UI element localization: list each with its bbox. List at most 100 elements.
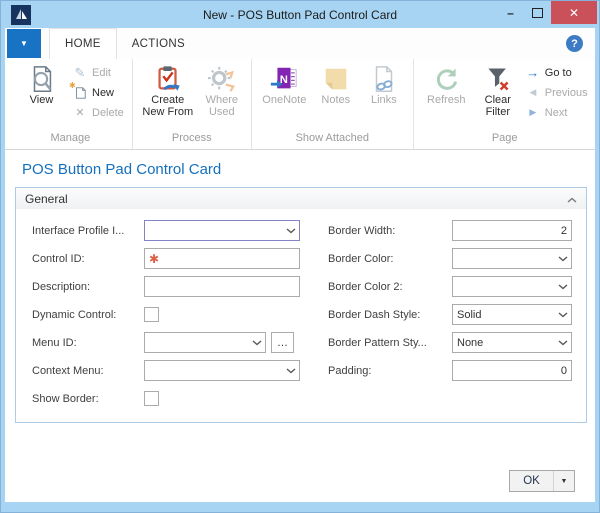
field-row-border-width: Border Width: 2 [328, 220, 572, 241]
chevron-down-icon[interactable] [554, 311, 571, 318]
chevron-down-icon: ▼ [20, 39, 28, 48]
border-pattern-style-value: None [457, 336, 484, 349]
new-label: New [92, 86, 115, 99]
onenote-icon: N [269, 63, 299, 94]
show-border-checkbox[interactable] [144, 391, 159, 406]
notes-label: Notes [321, 94, 351, 106]
context-menu-combobox[interactable] [144, 360, 300, 381]
general-fasttab: General Interface Profile I... Control I… [15, 187, 587, 423]
chevron-down-icon[interactable] [554, 283, 571, 290]
ok-split-button: OK ▼ [509, 470, 575, 492]
tab-home[interactable]: HOME [49, 28, 117, 59]
previous-button[interactable]: ◀ Previous [522, 83, 591, 102]
required-asterisk-icon: ✱ [149, 251, 160, 266]
chevron-down-icon[interactable] [554, 339, 571, 346]
padding-value: 0 [560, 364, 567, 377]
general-fasttab-body: Interface Profile I... Control ID: ✱ Des… [16, 209, 586, 422]
border-color-2-combobox[interactable] [452, 276, 572, 297]
previous-label: Previous [544, 86, 588, 99]
where-used-icon [207, 63, 237, 94]
help-button[interactable]: ? [566, 35, 583, 52]
border-dash-style-label: Border Dash Style: [328, 308, 421, 321]
notes-button[interactable]: Notes [312, 60, 360, 106]
interface-profile-combobox[interactable] [144, 220, 300, 241]
control-id-label: Control ID: [32, 252, 85, 265]
view-button[interactable]: View [14, 60, 69, 106]
next-button[interactable]: ▶ Next [522, 103, 591, 122]
close-button[interactable]: ✕ [551, 1, 597, 24]
show-border-label: Show Border: [32, 392, 99, 405]
where-used-button[interactable]: Where Used [198, 60, 246, 118]
clear-filter-icon [484, 63, 512, 94]
chevron-down-icon[interactable] [282, 227, 299, 234]
padding-label: Padding: [328, 364, 372, 377]
links-button[interactable]: Links [360, 60, 408, 106]
refresh-button[interactable]: Refresh [419, 60, 474, 106]
edit-button[interactable]: ✎ Edit [69, 63, 127, 82]
menu-id-assist-button[interactable]: … [271, 332, 294, 353]
collapse-chevron-icon[interactable] [567, 192, 577, 206]
where-used-label-1: Where [205, 94, 238, 106]
minimize-button[interactable]: – [497, 1, 524, 24]
field-row-control-id: Control ID: ✱ [32, 248, 300, 269]
control-id-input[interactable]: ✱ [144, 248, 300, 269]
notes-icon [321, 63, 351, 94]
ok-button[interactable]: OK [510, 471, 553, 491]
border-width-input[interactable]: 2 [452, 220, 572, 241]
ok-dropdown-button[interactable]: ▼ [553, 471, 574, 491]
field-row-interface-profile: Interface Profile I... [32, 220, 300, 241]
border-color-2-label: Border Color 2: [328, 280, 403, 293]
field-row-menu-id: Menu ID: … [32, 332, 300, 353]
border-pattern-style-label: Border Pattern Sty... [328, 336, 427, 349]
goto-arrow-icon: → [526, 65, 540, 80]
help-icon: ? [571, 37, 578, 50]
border-dash-style-value: Solid [457, 308, 482, 321]
new-icon: ✱ [69, 81, 88, 101]
close-icon: ✕ [568, 5, 580, 20]
application-menu-button[interactable]: ▼ [7, 29, 41, 58]
border-pattern-style-combobox[interactable]: None [452, 332, 572, 353]
title-bar[interactable]: New - POS Button Pad Control Card – ✕ [1, 1, 599, 28]
links-icon [369, 63, 399, 94]
refresh-icon [432, 63, 460, 94]
window-body: ▼ HOME ACTIONS ? View ✎ Edit ✱ New ✕ Del… [5, 28, 595, 502]
links-label: Links [370, 94, 397, 106]
chevron-down-icon[interactable] [248, 339, 265, 346]
dynamic-control-checkbox[interactable] [144, 307, 159, 322]
edit-label: Edit [92, 66, 111, 79]
field-row-show-border: Show Border: [32, 388, 300, 409]
border-color-label: Border Color: [328, 252, 394, 265]
next-label: Next [544, 106, 568, 119]
interface-profile-label: Interface Profile I... [32, 224, 125, 237]
onenote-button[interactable]: N OneNote [257, 60, 312, 106]
maximize-button[interactable] [524, 1, 551, 24]
padding-input[interactable]: 0 [452, 360, 572, 381]
next-arrow-icon: ▶ [529, 107, 537, 117]
group-label-page: Page [491, 132, 518, 144]
create-new-from-button[interactable]: Create New From [138, 60, 198, 118]
field-row-border-color: Border Color: [328, 248, 572, 269]
field-row-dynamic-control: Dynamic Control: [32, 304, 300, 325]
delete-button[interactable]: ✕ Delete [69, 103, 127, 122]
goto-button[interactable]: → Go to [522, 63, 591, 82]
delete-icon: ✕ [75, 107, 85, 119]
tab-actions[interactable]: ACTIONS [117, 28, 200, 59]
clear-filter-button[interactable]: Clear Filter [474, 60, 522, 118]
border-dash-style-combobox[interactable]: Solid [452, 304, 572, 325]
group-label-show-attached: Show Attached [295, 132, 369, 144]
chevron-down-icon[interactable] [554, 255, 571, 262]
menu-id-combobox[interactable] [144, 332, 266, 353]
field-row-border-dash-style: Border Dash Style: Solid [328, 304, 572, 325]
page-buttons: Refresh Clear Filter → Go to ◀ Previous … [419, 60, 591, 132]
field-row-border-color-2: Border Color 2: [328, 276, 572, 297]
ribbon-group-process: Create New From Where Used Process [133, 59, 252, 149]
description-input[interactable] [144, 276, 300, 297]
new-button[interactable]: ✱ New [69, 81, 127, 102]
general-fasttab-header[interactable]: General [16, 188, 586, 209]
app-logo-icon [11, 4, 31, 25]
ribbon-group-show-attached: N OneNote Notes Links Show Attached [252, 59, 414, 149]
border-color-combobox[interactable] [452, 248, 572, 269]
field-row-padding: Padding: 0 [328, 360, 572, 381]
group-label-process: Process [171, 132, 212, 144]
chevron-down-icon[interactable] [282, 367, 299, 374]
